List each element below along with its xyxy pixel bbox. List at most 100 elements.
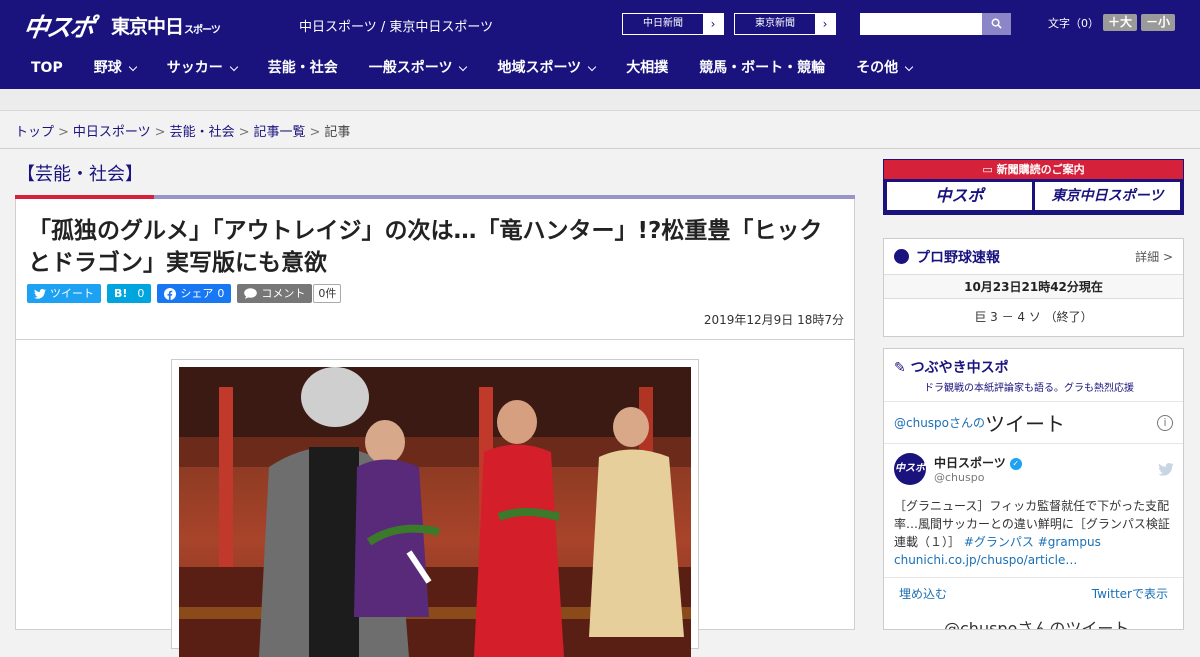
baseball-icon bbox=[894, 249, 909, 264]
nav-label: 野球 bbox=[93, 60, 122, 76]
avatar[interactable]: 中スポ bbox=[894, 453, 926, 485]
tweet-link[interactable]: chunichi.co.jp/chuspo/article… bbox=[894, 553, 1077, 567]
chevron-down-icon bbox=[229, 62, 238, 71]
site-search bbox=[860, 13, 1011, 35]
search-icon bbox=[991, 18, 1002, 29]
article-photo-frame bbox=[171, 359, 699, 657]
newspaper-icon: ▭ bbox=[982, 163, 997, 176]
timeline-footer: 埋め込む Twitterで表示 bbox=[884, 577, 1183, 609]
nav-item-soccer[interactable]: サッカー bbox=[166, 48, 238, 89]
breadcrumb-separator: > bbox=[309, 125, 321, 140]
timeline-header: @chuspoさんの ツイート i bbox=[884, 401, 1183, 444]
nav-item-racing[interactable]: 競馬・ボート・競輪 bbox=[699, 48, 825, 89]
nav-label: サッカー bbox=[166, 60, 223, 76]
breadcrumb: トップ > 中日スポーツ > 芸能・社会 > 記事一覧 > 記事 bbox=[15, 121, 350, 140]
hatena-bookmark-button[interactable]: B! 0 bbox=[107, 284, 152, 303]
embed-link[interactable]: 埋め込む bbox=[899, 585, 947, 602]
author-name-text: 中日スポーツ bbox=[934, 456, 1006, 470]
nav-label: その他 bbox=[856, 60, 899, 76]
breadcrumb-separator: > bbox=[238, 125, 250, 140]
chevron-right-icon: › bbox=[815, 14, 835, 34]
breadcrumb-chunichi-sports[interactable]: 中日スポーツ bbox=[73, 125, 151, 140]
article-date: 2019年12月9日 18時7分 bbox=[703, 313, 844, 327]
chevron-down-icon bbox=[459, 62, 468, 71]
chevron-down-icon bbox=[904, 62, 914, 71]
chevron-down-icon bbox=[128, 62, 137, 71]
hatena-count: 0 bbox=[137, 287, 145, 300]
view-on-twitter-link[interactable]: Twitterで表示 bbox=[1092, 585, 1168, 602]
tweet-author[interactable]: 中スポ 中日スポーツ ✓ @chuspo bbox=[894, 453, 1174, 485]
nav-item-sumo[interactable]: 大相撲 bbox=[626, 48, 668, 89]
paper-link-label: 東京新聞 bbox=[735, 14, 815, 34]
nav-label: 競馬・ボート・競輪 bbox=[699, 60, 826, 76]
comment-button[interactable]: コメント bbox=[237, 284, 313, 303]
verified-icon: ✓ bbox=[1009, 457, 1022, 470]
divider bbox=[0, 148, 1200, 149]
nav-item-baseball[interactable]: 野球 bbox=[93, 48, 137, 89]
baseball-title: プロ野球速報 bbox=[916, 249, 1000, 266]
search-button[interactable] bbox=[982, 13, 1011, 35]
nav-item-other[interactable]: その他 bbox=[856, 48, 914, 89]
article-card: 「孤独のグルメ」「アウトレイジ」の次は…「竜ハンター」!?松重豊「ヒックとドラゴ… bbox=[15, 199, 855, 657]
font-decrease-button[interactable]: －小 bbox=[1141, 14, 1176, 31]
twitter-bird-icon bbox=[34, 288, 46, 299]
main-nav: TOP 野球 サッカー 芸能・社会 一般スポーツ 地域スポーツ 大相撲 競馬・ボ… bbox=[0, 48, 1200, 89]
article-photo[interactable] bbox=[179, 367, 691, 657]
subscribe-chuspo[interactable]: 中スポ bbox=[887, 182, 1032, 210]
tsubuyaki-header: ✎ つぶやき中スポ bbox=[884, 349, 1183, 381]
tweet-hashtags[interactable]: #グランパス #grampus bbox=[964, 535, 1101, 549]
subscription-title: ▭ 新聞購読のご案内 bbox=[884, 160, 1183, 179]
author-name: 中日スポーツ ✓ bbox=[934, 454, 1022, 471]
comment-label: コメント bbox=[261, 287, 306, 300]
site-name: 中日スポーツ / 東京中日スポーツ bbox=[299, 20, 494, 35]
site-header: 中スポ 東京中日スポーツ 中日スポーツ / 東京中日スポーツ 中日新聞 › 東京新… bbox=[0, 0, 1200, 48]
subscription-box[interactable]: ▭ 新聞購読のご案内 中スポ 東京中日スポーツ bbox=[883, 159, 1184, 215]
twitter-widget: ✎ つぶやき中スポ ドラ観戦の本紙評論家も語る。グラも熱烈応援 @chuspoさ… bbox=[883, 348, 1184, 630]
nav-item-top[interactable]: TOP bbox=[31, 48, 63, 89]
facebook-share-button[interactable]: シェア 0 bbox=[157, 284, 232, 303]
subscription-title-text: 新聞購読のご案内 bbox=[996, 163, 1085, 176]
tokyo-shimbun-link[interactable]: 東京新聞 › bbox=[734, 13, 836, 35]
paper-link-label: 中日新聞 bbox=[623, 14, 703, 34]
share-buttons: ツイート B! 0 シェア 0 コメント 0件 bbox=[27, 284, 342, 303]
chunichi-shimbun-link[interactable]: 中日新聞 › bbox=[622, 13, 724, 35]
chevron-right-icon: › bbox=[703, 14, 723, 34]
tokyo-chunichi-logo[interactable]: 東京中日スポーツ bbox=[111, 12, 221, 39]
baseball-header: プロ野球速報 詳細 > bbox=[884, 239, 1183, 275]
category-label: 【芸能・社会】 bbox=[17, 164, 143, 185]
chevron-down-icon bbox=[587, 62, 597, 71]
hatena-icon: B! bbox=[114, 287, 128, 300]
nav-item-general-sports[interactable]: 一般スポーツ bbox=[369, 48, 468, 89]
timeline-handle[interactable]: @chuspoさんの bbox=[894, 414, 985, 431]
nav-label: 地域スポーツ bbox=[497, 60, 582, 76]
facebook-label: シェア bbox=[180, 287, 214, 300]
breadcrumb-top[interactable]: トップ bbox=[15, 125, 54, 140]
baseball-timestamp: 10月23日21時42分現在 bbox=[884, 275, 1183, 299]
tsubuyaki-title: つぶやき中スポ bbox=[910, 360, 1009, 376]
baseball-details-link[interactable]: 詳細 > bbox=[1135, 248, 1173, 265]
breadcrumb-article-list[interactable]: 記事一覧 bbox=[254, 125, 306, 140]
info-icon[interactable]: i bbox=[1157, 414, 1173, 431]
comment-count: 0件 bbox=[313, 284, 342, 303]
ad-band bbox=[0, 89, 1200, 111]
breadcrumb-separator: > bbox=[58, 125, 69, 140]
tweet-body: ［グラニュース］フィッカ監督就任で下がった支配率…風間サッカーとの違い鮮明に［グ… bbox=[894, 497, 1174, 569]
nav-item-local-sports[interactable]: 地域スポーツ bbox=[497, 48, 597, 89]
author-handle: @chuspo bbox=[934, 471, 985, 484]
nav-item-entertainment[interactable]: 芸能・社会 bbox=[268, 48, 338, 89]
twitter-bird-icon[interactable] bbox=[1158, 462, 1174, 476]
font-increase-button[interactable]: ＋大 bbox=[1103, 14, 1138, 31]
nav-label: 大相撲 bbox=[626, 60, 669, 76]
tweet-button[interactable]: ツイート bbox=[27, 284, 101, 303]
search-input[interactable] bbox=[860, 13, 982, 35]
logo-tokyo-text: 東京中日 bbox=[111, 16, 184, 38]
facebook-count: 0 bbox=[217, 287, 225, 300]
baseball-score[interactable]: 巨 3 － 4 ソ （終了） bbox=[884, 299, 1183, 335]
logo-tokyo-small: スポーツ bbox=[184, 25, 221, 36]
speech-bubble-icon bbox=[244, 288, 258, 299]
tweet-label: ツイート bbox=[50, 287, 94, 300]
breadcrumb-entertainment[interactable]: 芸能・社会 bbox=[170, 125, 235, 140]
breadcrumb-separator: > bbox=[154, 125, 166, 140]
chuspo-logo[interactable]: 中スポ bbox=[21, 8, 95, 44]
subscribe-tokyo-chunichi[interactable]: 東京中日スポーツ bbox=[1035, 182, 1180, 210]
